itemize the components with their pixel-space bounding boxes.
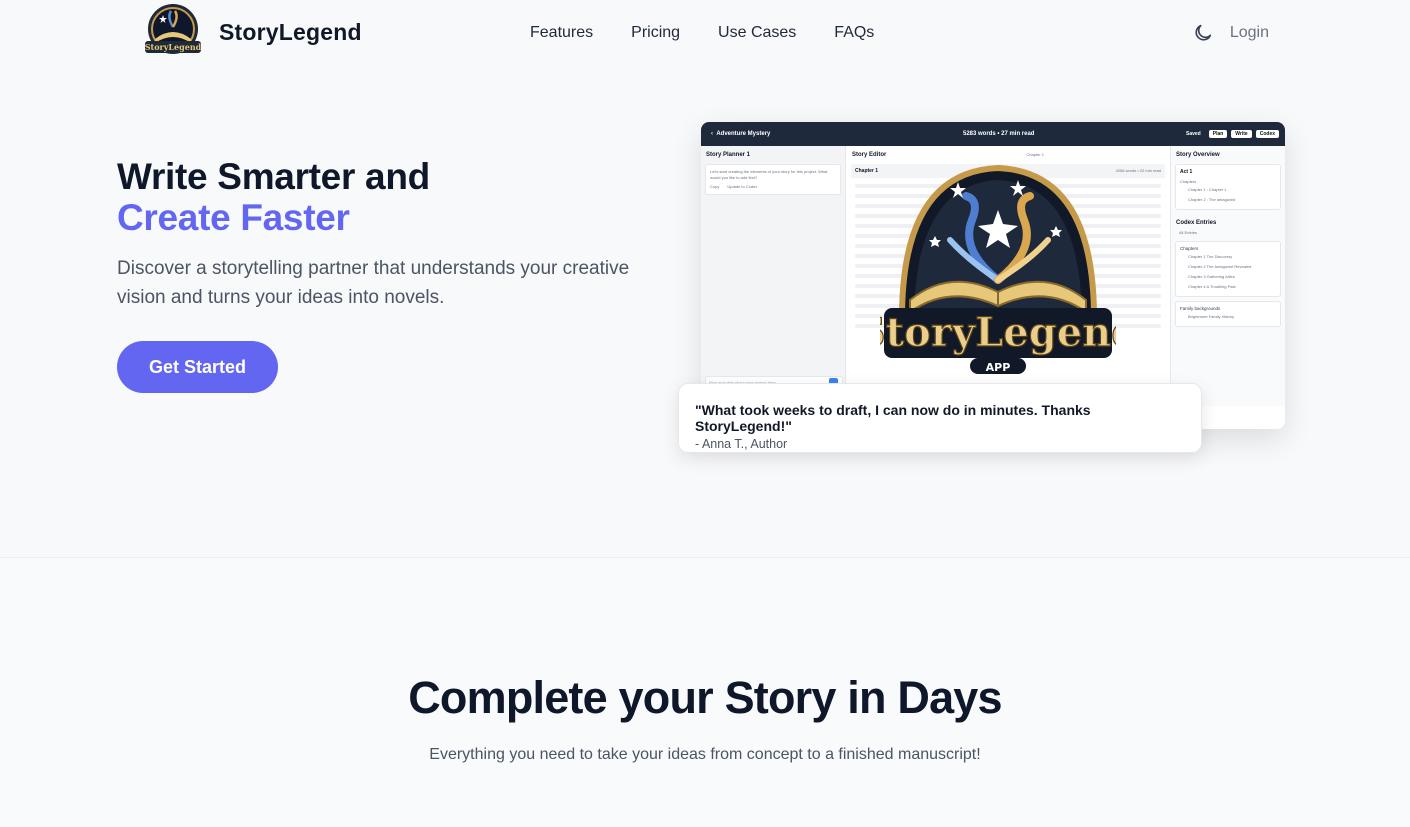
preview-planner-title: Story Planner 1 — [706, 152, 751, 158]
preview-editor-title: Story Editor — [852, 152, 887, 158]
preview-project-title: Adventure Mystery — [716, 131, 771, 137]
preview-topbar: ‹ Adventure Mystery 5283 words • 27 min … — [701, 122, 1285, 146]
preview-write-button: Write — [1231, 130, 1252, 138]
hero-title-line1: Write Smarter and — [117, 156, 430, 197]
preview-codex-chapter-4: Chapter 4 A Troubling Past — [1188, 284, 1236, 289]
hero-copy: Write Smarter and Create Faster Discover… — [117, 156, 657, 312]
preview-planner-message: Let's start creating the elements of you… — [705, 164, 841, 195]
preview-codex-filter: All Entries — [1179, 230, 1198, 235]
testimonial-card: "What took weeks to draft, I can now do … — [678, 383, 1202, 453]
big-logo-wordmark: StoryLegend — [880, 309, 1116, 356]
preview-top-buttons: Saved Plan Write Codex — [1182, 130, 1279, 138]
moon-icon[interactable] — [1192, 22, 1214, 44]
preview-chapter-nav: Chapter 1 — [1026, 152, 1044, 157]
section-subtitle: Everything you need to take your ideas f… — [429, 746, 981, 763]
login-link[interactable]: Login — [1230, 24, 1269, 42]
preview-chapter-heading: Chapter 1 — [855, 168, 879, 174]
nav-link-pricing[interactable]: Pricing — [631, 24, 680, 42]
preview-codex-button: Codex — [1255, 130, 1279, 138]
big-logo-subtext: APP — [986, 361, 1011, 374]
preview-update-codex-action: Update to Codex — [727, 184, 758, 189]
hero-title-line2: Create Faster — [117, 197, 350, 238]
preview-stats: 5283 words • 27 min read — [963, 131, 1035, 137]
storylegend-logo-icon: StoryLegend APP — [145, 4, 202, 59]
section-title: Complete your Story in Days — [408, 672, 1002, 723]
preview-family-item: Brightmore Family History — [1188, 314, 1235, 319]
preview-copy-action: Copy — [710, 184, 720, 189]
logo-subtext: APP — [169, 54, 178, 59]
hero-subtitle: Discover a storytelling partner that und… — [117, 258, 630, 308]
brand-name: StoryLegend — [219, 18, 362, 45]
preview-overview-chapter-1: Chapter 1 : Chapter 1 — [1188, 187, 1227, 192]
nav-link-faqs[interactable]: FAQs — [834, 24, 874, 42]
preview-overview-panel: Story Overview Act 1 Chapters Chapter 1 … — [1170, 146, 1285, 406]
preview-chapter-stats: 4256 words • 22 min read — [1115, 168, 1161, 173]
logo-wordmark: StoryLegend — [145, 42, 202, 52]
preview-planner-message-text: Let's start creating the elements of you… — [710, 169, 828, 180]
preview-act: Act 1 — [1180, 169, 1193, 175]
testimonial-quote: "What took weeks to draft, I can now do … — [695, 402, 1091, 434]
nav-link-features[interactable]: Features — [530, 24, 593, 42]
preview-codex-chapter-2: Chapter 2 The Antagonist Revealed — [1188, 264, 1252, 269]
preview-codex-chapter-3: Chapter 3 Gathering Allies — [1188, 274, 1235, 279]
top-navbar: StoryLegend APP StoryLegend Features Pri… — [0, 0, 1410, 68]
nav-links: Features Pricing Use Cases FAQs — [530, 24, 874, 42]
preview-codex-title: Codex Entries — [1176, 220, 1217, 226]
hero-title: Write Smarter and Create Faster — [117, 156, 657, 238]
preview-plan-button: Plan — [1208, 130, 1228, 138]
preview-codex-chapter-1: Chapter 1 The Discovery — [1188, 254, 1233, 259]
get-started-button[interactable]: Get Started — [117, 341, 278, 393]
testimonial-author: - Anna T., Author — [695, 437, 788, 451]
brand[interactable]: StoryLegend APP StoryLegend — [141, 3, 362, 61]
preview-overview-title: Story Overview — [1176, 152, 1220, 158]
preview-saved-button: Saved — [1186, 131, 1201, 137]
nav-link-use-cases[interactable]: Use Cases — [718, 24, 796, 42]
storylegend-app-logo: StoryLegend APP — [880, 164, 1116, 374]
preview-planner-panel: Story Planner 1 Let's start creating the… — [701, 146, 846, 406]
nav-actions: Login — [1192, 22, 1269, 44]
preview-overview-chapter-2: Chapter 2 : The antagonist — [1188, 197, 1236, 202]
